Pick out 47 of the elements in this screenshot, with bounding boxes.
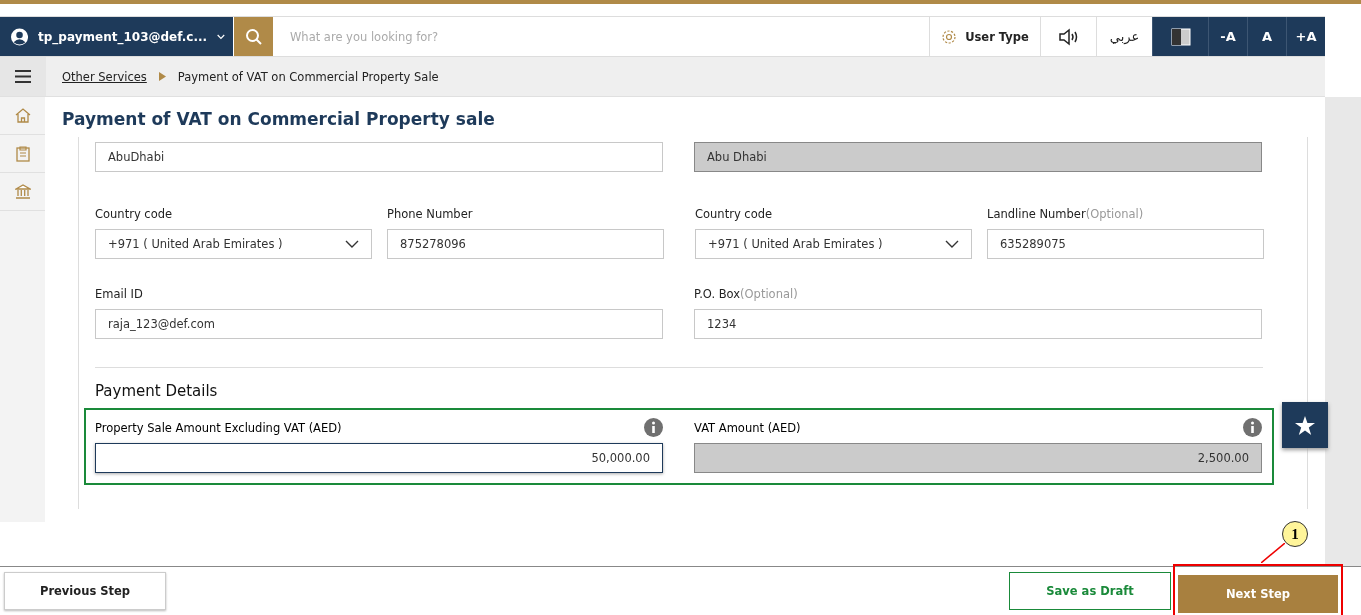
search-icon: [244, 27, 263, 46]
contrast-icon: [1170, 27, 1191, 46]
field-label: Landline Number(Optional): [987, 207, 1145, 221]
callout-badge: 1: [1282, 521, 1308, 547]
input-field[interactable]: 1234: [694, 309, 1262, 339]
user-menu-button[interactable]: tp_payment_103@def.c...: [0, 17, 233, 56]
country-code-dropdown[interactable]: +971 ( United Arab Emirates ): [95, 229, 372, 259]
menu-button[interactable]: [0, 57, 46, 96]
field-label: Country code: [95, 207, 174, 221]
breadcrumb-current: Payment of VAT on Commercial Property Sale: [177, 69, 439, 84]
field-label: Country code: [695, 207, 774, 221]
speaker-icon: [1057, 27, 1080, 46]
contrast-button[interactable]: [1152, 17, 1208, 56]
font-size-button[interactable]: +A: [1286, 17, 1325, 56]
chevron-down-icon: [345, 240, 359, 248]
field-label: Email ID: [95, 287, 144, 301]
info-icon: [1243, 418, 1262, 437]
save-draft-button[interactable]: Save as Draft: [1009, 572, 1171, 610]
font-size-button[interactable]: A: [1247, 17, 1286, 56]
menu-icon: [15, 70, 31, 83]
field-label: VAT Amount (AED): [694, 420, 801, 435]
field-label: P.O. Box(Optional): [694, 287, 799, 301]
input-field[interactable]: 635289075: [987, 229, 1264, 259]
breadcrumb-link[interactable]: Other Services: [62, 69, 147, 84]
info-icon: [644, 418, 663, 437]
chevron-down-icon: [945, 240, 959, 248]
input-field[interactable]: 875278096: [387, 229, 664, 259]
home-icon: [14, 108, 31, 123]
font-size-button[interactable]: -A: [1208, 17, 1247, 56]
favorite-button[interactable]: [1282, 402, 1328, 448]
clipboard-icon: [15, 145, 30, 162]
star-icon: [1295, 415, 1315, 435]
country-code-dropdown[interactable]: +971 ( United Arab Emirates ): [695, 229, 972, 259]
page-title: Payment of VAT on Commercial Property sale: [62, 109, 496, 129]
bank-icon: [14, 184, 31, 199]
input-field[interactable]: AbuDhabi: [95, 142, 663, 172]
triangle-right-icon: [158, 72, 166, 81]
search-button[interactable]: [234, 17, 273, 56]
field-label: Property Sale Amount Excluding VAT (AED): [95, 420, 342, 435]
input-field[interactable]: raja_123@def.com: [95, 309, 663, 339]
section-heading: Payment Details: [95, 382, 219, 400]
previous-step-button[interactable]: Previous Step: [4, 572, 166, 610]
field-label: Phone Number: [387, 207, 474, 221]
amount-field[interactable]: 50,000.00: [95, 443, 663, 473]
chevron-down-icon: [217, 32, 225, 41]
next-step-button[interactable]: Next Step: [1178, 575, 1338, 613]
settings-icon: [941, 28, 958, 45]
